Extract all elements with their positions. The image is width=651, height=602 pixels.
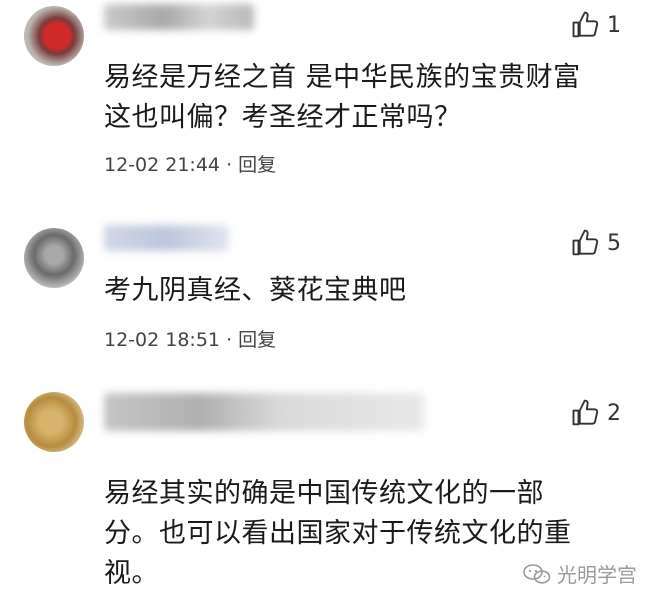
comment-text-line: 考九阴真经、葵花宝典吧 bbox=[104, 275, 407, 306]
timestamp: 12-02 18:51 bbox=[104, 329, 221, 351]
comment-meta: 12-02 18:51 · 回复 bbox=[104, 325, 276, 352]
username-blurred[interactable] bbox=[104, 393, 424, 431]
thumbs-up-icon bbox=[572, 11, 599, 38]
timestamp: 12-02 21:44 bbox=[104, 154, 221, 176]
comment-1: 1 易经是万经之首 是中华民族的宝贵财富 这也叫偏？考圣经才正常吗？ 12-02… bbox=[0, 0, 651, 200]
like-button[interactable]: 2 bbox=[571, 398, 621, 428]
meta-separator: · bbox=[226, 329, 233, 351]
comment-text-line: 这也叫偏？考圣经才正常吗？ bbox=[104, 102, 462, 133]
thumbs-up-icon bbox=[572, 229, 599, 256]
comment-text: 易经是万经之首 是中华民族的宝贵财富 这也叫偏？考圣经才正常吗？ bbox=[104, 58, 604, 138]
watermark-text: 光明学宫 bbox=[557, 563, 637, 587]
comment-text-line: 易经其实的确是中国传统文化的一部 bbox=[104, 478, 544, 509]
like-count: 5 bbox=[607, 230, 621, 256]
like-button[interactable]: 5 bbox=[571, 228, 621, 258]
thumbs-up-icon bbox=[572, 399, 599, 426]
username-blurred[interactable] bbox=[104, 225, 229, 251]
avatar[interactable] bbox=[24, 392, 84, 452]
avatar[interactable] bbox=[24, 6, 84, 66]
like-button[interactable]: 1 bbox=[571, 10, 621, 40]
username-blurred[interactable] bbox=[104, 4, 254, 30]
watermark: 光明学宫 bbox=[523, 559, 637, 588]
reply-button[interactable]: 回复 bbox=[238, 329, 276, 351]
comment-text-line: 分。也可以看出国家对于传统文化的重 bbox=[104, 518, 572, 549]
comment-meta: 12-02 21:44 · 回复 bbox=[104, 150, 276, 177]
like-count: 2 bbox=[607, 400, 621, 426]
meta-separator: · bbox=[226, 154, 233, 176]
avatar[interactable] bbox=[24, 228, 84, 288]
wechat-icon bbox=[523, 563, 551, 584]
comment-text: 考九阴真经、葵花宝典吧 bbox=[104, 271, 604, 311]
comment-text-line: 易经是万经之首 是中华民族的宝贵财富 bbox=[104, 62, 581, 93]
like-count: 1 bbox=[607, 12, 621, 38]
reply-button[interactable]: 回复 bbox=[238, 154, 276, 176]
